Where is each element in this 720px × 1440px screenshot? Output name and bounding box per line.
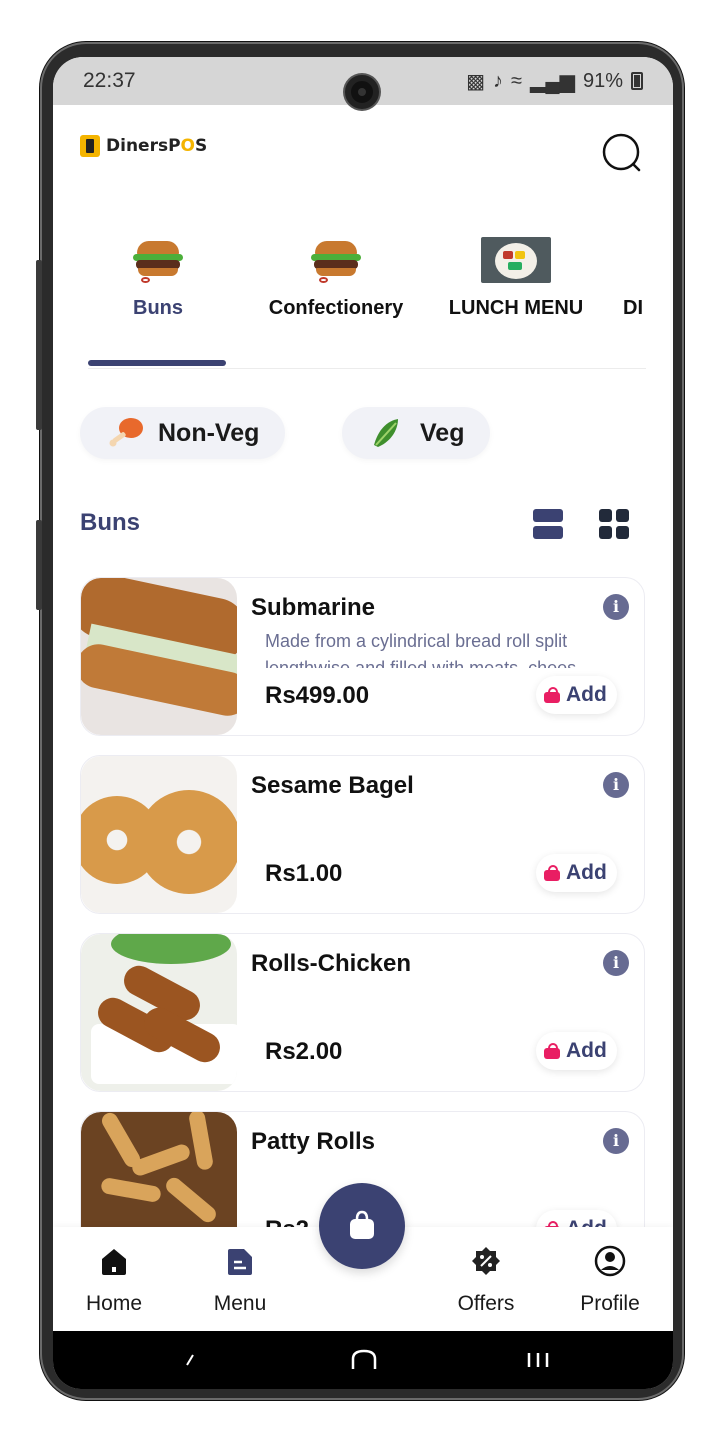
burger-image bbox=[301, 237, 371, 287]
cart-button[interactable] bbox=[319, 1183, 405, 1269]
product-card[interactable]: Submarine Made from a cylindrical bread … bbox=[80, 577, 645, 736]
list-view-toggle[interactable] bbox=[533, 509, 563, 539]
logo-text-b: S bbox=[195, 136, 208, 156]
nav-menu[interactable]: Menu bbox=[207, 1245, 273, 1316]
tab-lunch-menu-label: LUNCH MENU bbox=[448, 297, 584, 319]
section-title: Buns bbox=[80, 509, 140, 536]
add-to-cart-button[interactable]: Add bbox=[536, 1032, 617, 1070]
shopping-bag-icon bbox=[544, 865, 560, 881]
shopping-bag-icon bbox=[544, 687, 560, 703]
info-icon[interactable]: i bbox=[603, 1128, 629, 1154]
battery-icon bbox=[631, 72, 643, 90]
chicken-rolls-image bbox=[81, 934, 237, 1091]
grid-view-icon bbox=[599, 509, 612, 522]
nav-home-label: Home bbox=[85, 1292, 143, 1315]
bagel-image bbox=[81, 756, 237, 913]
add-to-cart-button[interactable]: Add bbox=[536, 854, 617, 892]
home-button-icon[interactable] bbox=[351, 1349, 377, 1371]
filter-non-veg[interactable]: Non-Veg bbox=[80, 407, 286, 459]
lunch-plate-image bbox=[481, 237, 551, 287]
tab-lunch-menu[interactable]: LUNCH MENU bbox=[446, 237, 586, 320]
info-icon[interactable]: i bbox=[603, 594, 629, 620]
leafy-green-icon bbox=[374, 419, 398, 447]
grid-view-toggle[interactable] bbox=[599, 509, 629, 539]
search-button[interactable] bbox=[601, 132, 645, 176]
product-card[interactable]: Rolls-Chicken Rs2.00 i Add bbox=[80, 933, 645, 1092]
product-description: Made from a cylindrical bread roll split… bbox=[265, 631, 577, 668]
product-name: Rolls-Chicken bbox=[251, 950, 412, 977]
filter-veg-label: Veg bbox=[420, 418, 465, 447]
logo-text-a: DinersP bbox=[106, 136, 181, 156]
nav-offers[interactable]: Offers bbox=[451, 1245, 521, 1316]
mute-icon: ♪ bbox=[493, 69, 504, 92]
profile-icon bbox=[594, 1245, 626, 1277]
app-logo: DinersPOS bbox=[80, 135, 207, 157]
nav-home[interactable]: Home bbox=[81, 1245, 147, 1316]
back-icon[interactable] bbox=[181, 1351, 197, 1369]
info-icon[interactable]: i bbox=[603, 950, 629, 976]
product-price: Rs2.00 bbox=[265, 1038, 343, 1065]
status-time: 22:37 bbox=[83, 69, 136, 92]
add-label: Add bbox=[566, 861, 607, 884]
burger-image bbox=[123, 237, 193, 287]
tab-buns-label: Buns bbox=[133, 297, 183, 319]
active-tab-indicator bbox=[88, 360, 226, 366]
nav-profile[interactable]: Profile bbox=[575, 1245, 645, 1316]
tab-buns[interactable]: Buns bbox=[108, 237, 208, 320]
camera-cutout bbox=[345, 75, 379, 109]
product-name: Sesame Bagel bbox=[251, 772, 414, 799]
recent-apps-icon[interactable] bbox=[526, 1351, 550, 1369]
shopping-bag-icon bbox=[350, 1210, 374, 1239]
home-icon bbox=[102, 1249, 126, 1275]
tab-dinner[interactable]: DI bbox=[623, 237, 663, 320]
battery-percent: 91% bbox=[582, 69, 623, 92]
status-icons: ▩ ♪ ≈ ▂▄▆ 91% bbox=[466, 69, 643, 94]
add-label: Add bbox=[566, 683, 607, 706]
menu-document-icon bbox=[228, 1249, 252, 1275]
logo-text-o: O bbox=[180, 136, 195, 156]
tab-confectionery[interactable]: Confectionery bbox=[261, 237, 411, 320]
offers-badge-icon bbox=[472, 1247, 500, 1275]
volume-button bbox=[36, 260, 42, 430]
lock-icon: ▩ bbox=[466, 70, 486, 93]
filter-veg[interactable]: Veg bbox=[342, 407, 491, 459]
screen: 22:37 ▩ ♪ ≈ ▂▄▆ 91% DinersPOS Buns Confe… bbox=[53, 57, 673, 1389]
tab-dinner-label: DI bbox=[623, 297, 643, 319]
drumstick-icon bbox=[109, 418, 143, 447]
nav-profile-label: Profile bbox=[580, 1292, 640, 1315]
list-view-icon bbox=[533, 509, 563, 522]
system-navigation-bar bbox=[53, 1331, 673, 1389]
search-icon bbox=[602, 133, 641, 172]
nav-menu-label: Menu bbox=[213, 1292, 267, 1315]
product-name: Submarine bbox=[251, 594, 376, 621]
category-tabs: Buns Confectionery LUNCH MENU DI bbox=[53, 237, 673, 367]
submarine-image bbox=[81, 578, 237, 735]
add-to-cart-button[interactable]: Add bbox=[536, 676, 617, 714]
power-button bbox=[36, 520, 42, 610]
product-price: Rs1.00 bbox=[265, 860, 343, 887]
wifi-icon: ≈ bbox=[511, 69, 523, 92]
filter-non-veg-label: Non-Veg bbox=[158, 418, 260, 447]
tabs-divider bbox=[88, 368, 646, 369]
info-icon[interactable]: i bbox=[603, 772, 629, 798]
logo-mark-icon bbox=[80, 135, 100, 157]
nav-offers-label: Offers bbox=[457, 1292, 515, 1315]
tab-confectionery-label: Confectionery bbox=[268, 297, 404, 319]
product-price: Rs499.00 bbox=[265, 682, 370, 709]
product-name: Patty Rolls bbox=[251, 1128, 376, 1155]
product-card[interactable]: Sesame Bagel Rs1.00 i Add bbox=[80, 755, 645, 914]
signal-icon: ▂▄▆ bbox=[530, 70, 575, 93]
add-label: Add bbox=[566, 1039, 607, 1062]
shopping-bag-icon bbox=[544, 1043, 560, 1059]
